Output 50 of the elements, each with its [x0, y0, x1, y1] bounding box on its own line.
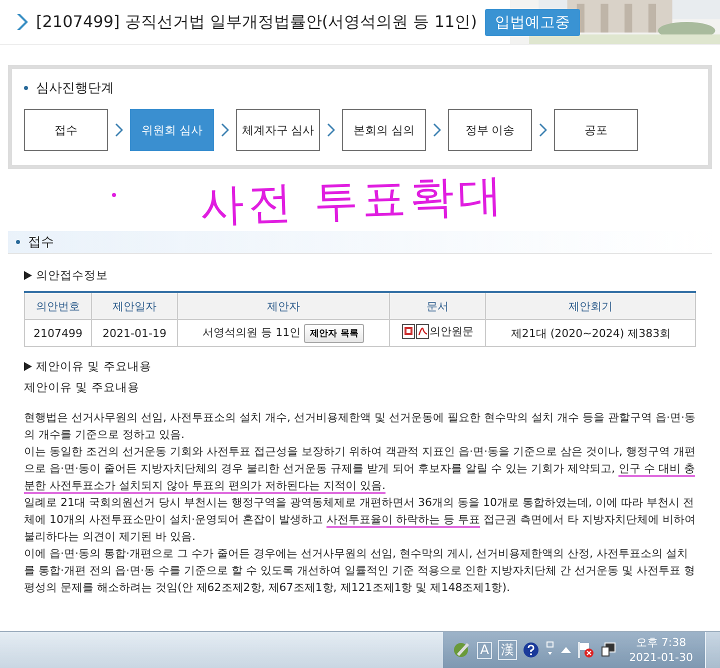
- chevron-icon: [16, 13, 28, 31]
- stage-step: 접수: [24, 109, 108, 151]
- chevron-icon: [327, 123, 335, 137]
- chevron-icon: [539, 123, 547, 137]
- show-desktop-button[interactable]: [705, 632, 720, 668]
- section-heading: 심사진행단계: [36, 80, 114, 97]
- column-header: 의안번호: [24, 292, 92, 320]
- proposer-text: 서영석의원 등 11인: [202, 326, 301, 338]
- help-icon[interactable]: [523, 642, 540, 658]
- stage-step: 정부 이송: [448, 109, 532, 151]
- subsection-heading: 제안이유 및 주요내용: [36, 359, 152, 374]
- chevron-icon: [115, 123, 123, 137]
- bill-title: [2107499] 공직선거법 일부개정법률안(서영석의원 등 11인): [36, 12, 477, 32]
- content-heading: 제안이유 및 주요내용: [24, 380, 140, 395]
- status-badge: 입법예고중: [484, 8, 580, 36]
- triangle-icon: [24, 362, 32, 371]
- stage-step: 체계자구 심사: [236, 109, 320, 151]
- triangle-icon: [24, 271, 32, 280]
- clock-date[interactable]: 2021-01-30: [629, 650, 693, 665]
- ink-dot: [112, 193, 116, 197]
- ime-button[interactable]: A: [477, 642, 492, 658]
- bullet-icon: [24, 86, 28, 90]
- stage-step: 위원회 심사: [130, 109, 214, 151]
- chevron-icon: [221, 123, 229, 137]
- column-header: 제안일자: [91, 292, 178, 320]
- stage-step: 본회의 심의: [342, 109, 426, 151]
- stage-step: 공포: [554, 109, 638, 151]
- pen-icon[interactable]: [453, 641, 472, 659]
- document-icon: [402, 324, 415, 339]
- ime-button[interactable]: 漢: [498, 640, 518, 660]
- clock-time[interactable]: 오후 7:38: [636, 635, 686, 650]
- table-cell: 2021-01-19: [91, 320, 178, 346]
- pdf-icon: [416, 324, 429, 339]
- column-header: 문서: [389, 292, 486, 320]
- monitor-icon[interactable]: [601, 642, 618, 658]
- show-hidden-icon[interactable]: [561, 646, 572, 654]
- section-title: 접수: [28, 234, 54, 251]
- column-header: 제안회기: [486, 292, 696, 320]
- table-cell: 2107499: [24, 320, 92, 346]
- handwritten-note: 사전 투표확대: [199, 168, 507, 234]
- subsection-heading: 의안접수정보: [36, 268, 108, 283]
- chevron-icon: [433, 123, 441, 137]
- paragraph: 일례로 21대 국회의원선거 당시 부천시는 행정구역을 광역동체제로 개편하면서 36개의 동을 10개로 통합하였는데, 이에 따라 부천시 전체에 10개의 사전투표소만이 설치·운영되어 혼잡이 발생하고 사전투표율이 하락하는 등 투표 접근권 측면에서 타 지방자치단체에 비하여 불리하다는 의견이 제기된 바 있음.: [24, 495, 696, 545]
- paragraph: 현행법은 선거사무원의 선임, 사전투표소의 설치 개수, 선거비용제한액 및 선거운동에 필요한 현수막의 설치 개수 등을 관할구역 읍·면·동의 개수를 기준으로 정하고 있음.: [24, 410, 696, 443]
- column-header: 제안자: [178, 292, 390, 320]
- table-cell: 제21대 (2020~2024) 제383회: [486, 320, 696, 346]
- paragraph: 이는 동일한 조건의 선거운동 기회와 사전투표 접근성을 보장하기 위하여 객관적 지표인 읍·면·동을 기준으로 삼은 것이나, 행정구역 개편으로 읍·면·동이 줄어든 지방자치단체의 경우 불리한 선거운동 규제를 받게 되어 후보자를 알릴 수 있는 기회가 제약되고, 인구 수 대비 충분한 사전투표소가 설치되지 않아 투표의 편의가 저하된다는 지적이 있음.: [24, 444, 696, 494]
- flag-icon[interactable]: [577, 641, 596, 659]
- proposer-list-button[interactable]: 제안자 목록: [304, 324, 364, 342]
- paragraph: 이에 읍·면·동의 통합·개편으로 그 수가 줄어든 경우에는 선거사무원의 선임, 현수막의 게시, 선거비용제한액의 산정, 사전투표소의 설치를 통합·개편 전의 읍·면·동 수를 기준으로 할 수 있도록 개선하여 일률적인 기준 적용으로 인한 지방자치단체 간 선거운동 및 사전투표 형평성의 문제를 해소하려는 것임(안 제62조제2항, 제67조제1항, 제121조제1항 및 제148조제1항).: [24, 546, 696, 596]
